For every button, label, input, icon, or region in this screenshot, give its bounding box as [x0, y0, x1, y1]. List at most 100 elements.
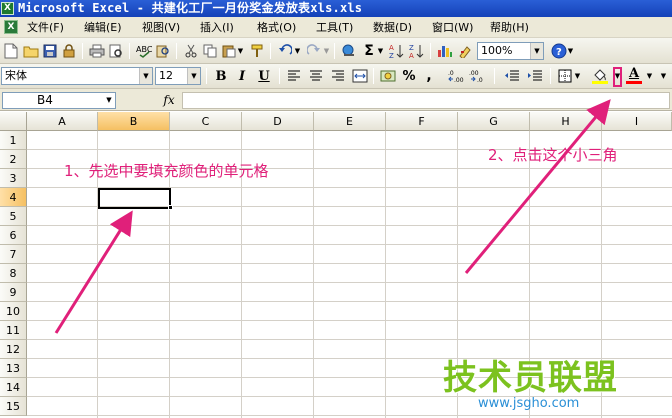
open-folder-icon[interactable] [22, 42, 40, 60]
decrease-decimal-icon[interactable]: .00.0 [469, 67, 487, 85]
permission-icon[interactable] [60, 42, 78, 60]
column-header-g[interactable]: G [458, 112, 530, 131]
row-header-11[interactable]: 11 [0, 321, 27, 340]
menu-format[interactable]: 格式(O) [257, 20, 296, 35]
save-icon[interactable] [41, 42, 59, 60]
menu-edit[interactable]: 编辑(E) [84, 20, 122, 35]
column-header-f[interactable]: F [386, 112, 458, 131]
font-name-combo[interactable]: 宋体 ▼ [1, 67, 153, 85]
row-header-1[interactable]: 1 [0, 131, 27, 150]
menu-data[interactable]: 数据(D) [373, 20, 412, 35]
menu-view[interactable]: 视图(V) [142, 20, 180, 35]
copy-icon[interactable] [201, 42, 219, 60]
row-header-10[interactable]: 10 [0, 302, 27, 321]
undo-dropdown-icon[interactable]: ▼ [293, 42, 302, 60]
select-all-corner[interactable] [0, 112, 27, 131]
bold-button[interactable]: B [212, 67, 230, 85]
column-header-e[interactable]: E [314, 112, 386, 131]
row-header-5[interactable]: 5 [0, 207, 27, 226]
menu-tools[interactable]: 工具(T) [316, 20, 353, 35]
zoom-combo[interactable]: 100% ▼ [477, 42, 544, 60]
row-header-12[interactable]: 12 [0, 340, 27, 359]
fill-color-icon[interactable] [591, 67, 609, 85]
formula-bar: B4 ▼ fx [0, 89, 672, 111]
sort-descending-icon[interactable]: ZA [408, 42, 426, 60]
percent-button[interactable]: % [400, 67, 418, 85]
column-header-a[interactable]: A [27, 112, 98, 131]
row-header-8[interactable]: 8 [0, 264, 27, 283]
row-header-14[interactable]: 14 [0, 378, 27, 397]
row-header-9[interactable]: 9 [0, 283, 27, 302]
redo-icon[interactable] [305, 42, 323, 60]
cut-icon[interactable] [182, 42, 200, 60]
toolbar-separator [550, 68, 551, 84]
merge-center-icon[interactable] [351, 67, 369, 85]
column-header-h[interactable]: H [530, 112, 602, 131]
row-header-4[interactable]: 4 [0, 188, 27, 207]
chevron-down-icon[interactable]: ▼ [530, 43, 543, 59]
format-painter-icon[interactable] [248, 42, 266, 60]
title-bar: X Microsoft Excel - 共建化工厂一月份奖金发放表xls.xls [0, 0, 672, 17]
fill-handle[interactable] [168, 205, 173, 210]
spelling-icon[interactable]: ABC [135, 42, 153, 60]
column-header-c[interactable]: C [170, 112, 242, 131]
new-document-icon[interactable] [2, 42, 20, 60]
hyperlink-icon[interactable] [340, 42, 358, 60]
excel-app-icon[interactable]: X [1, 2, 14, 15]
toolbar-options-icon[interactable]: ▼ [566, 42, 575, 60]
menu-window[interactable]: 窗口(W) [432, 20, 473, 35]
increase-decimal-icon[interactable]: .0.00 [448, 67, 466, 85]
paste-dropdown-icon[interactable]: ▼ [236, 42, 245, 60]
row-header-3[interactable]: 3 [0, 169, 27, 188]
column-header-d[interactable]: D [242, 112, 314, 131]
row-header-2[interactable]: 2 [0, 150, 27, 169]
row-header-6[interactable]: 6 [0, 226, 27, 245]
currency-icon[interactable] [379, 67, 397, 85]
svg-text:Z: Z [389, 52, 394, 59]
undo-icon[interactable] [276, 42, 294, 60]
toolbar-separator [206, 68, 207, 84]
print-preview-icon[interactable] [107, 42, 125, 60]
menu-help[interactable]: 帮助(H) [490, 20, 529, 35]
insert-function-icon[interactable]: fx [158, 92, 180, 109]
font-size-combo[interactable]: 12 ▼ [155, 67, 201, 85]
menu-file[interactable]: 文件(F) [27, 20, 64, 35]
font-color-button[interactable]: A [625, 67, 643, 85]
borders-icon[interactable] [556, 67, 574, 85]
redo-dropdown-icon[interactable]: ▼ [322, 42, 331, 60]
align-center-icon[interactable] [307, 67, 325, 85]
active-cell-b4[interactable] [98, 188, 171, 209]
chevron-down-icon[interactable]: ▼ [139, 68, 152, 84]
svg-text:ABC: ABC [136, 45, 152, 54]
decrease-indent-icon[interactable] [503, 67, 521, 85]
chevron-down-icon[interactable]: ▼ [103, 93, 115, 108]
italic-button[interactable]: I [233, 67, 251, 85]
align-right-icon[interactable] [329, 67, 347, 85]
chart-wizard-icon[interactable] [436, 42, 454, 60]
toolbar-separator [176, 43, 177, 59]
menu-insert[interactable]: 插入(I) [200, 20, 234, 35]
research-icon[interactable] [154, 42, 172, 60]
document-icon[interactable]: X [4, 20, 18, 34]
column-header-i[interactable]: I [602, 112, 672, 131]
comma-style-button[interactable]: , [420, 67, 438, 85]
excel-window: X Microsoft Excel - 共建化工厂一月份奖金发放表xls.xls… [0, 0, 672, 418]
sort-ascending-icon[interactable]: AZ [388, 42, 406, 60]
row-header-15[interactable]: 15 [0, 397, 27, 416]
borders-dropdown-icon[interactable]: ▼ [573, 67, 582, 85]
row-header-7[interactable]: 7 [0, 245, 27, 264]
toolbar-options-icon[interactable]: ▼ [659, 67, 668, 85]
chevron-down-icon[interactable]: ▼ [187, 68, 200, 84]
formula-input[interactable] [182, 92, 670, 109]
column-header-b[interactable]: B [98, 112, 170, 131]
align-left-icon[interactable] [285, 67, 303, 85]
svg-text:.00: .00 [469, 70, 479, 77]
underline-button[interactable]: U [255, 67, 273, 85]
print-icon[interactable] [88, 42, 106, 60]
increase-indent-icon[interactable] [526, 67, 544, 85]
name-box[interactable]: B4 ▼ [2, 92, 116, 109]
font-color-dropdown-icon[interactable]: ▼ [645, 67, 654, 85]
autosum-dropdown-icon[interactable]: ▼ [376, 42, 385, 60]
drawing-icon[interactable] [456, 42, 474, 60]
row-header-13[interactable]: 13 [0, 359, 27, 378]
